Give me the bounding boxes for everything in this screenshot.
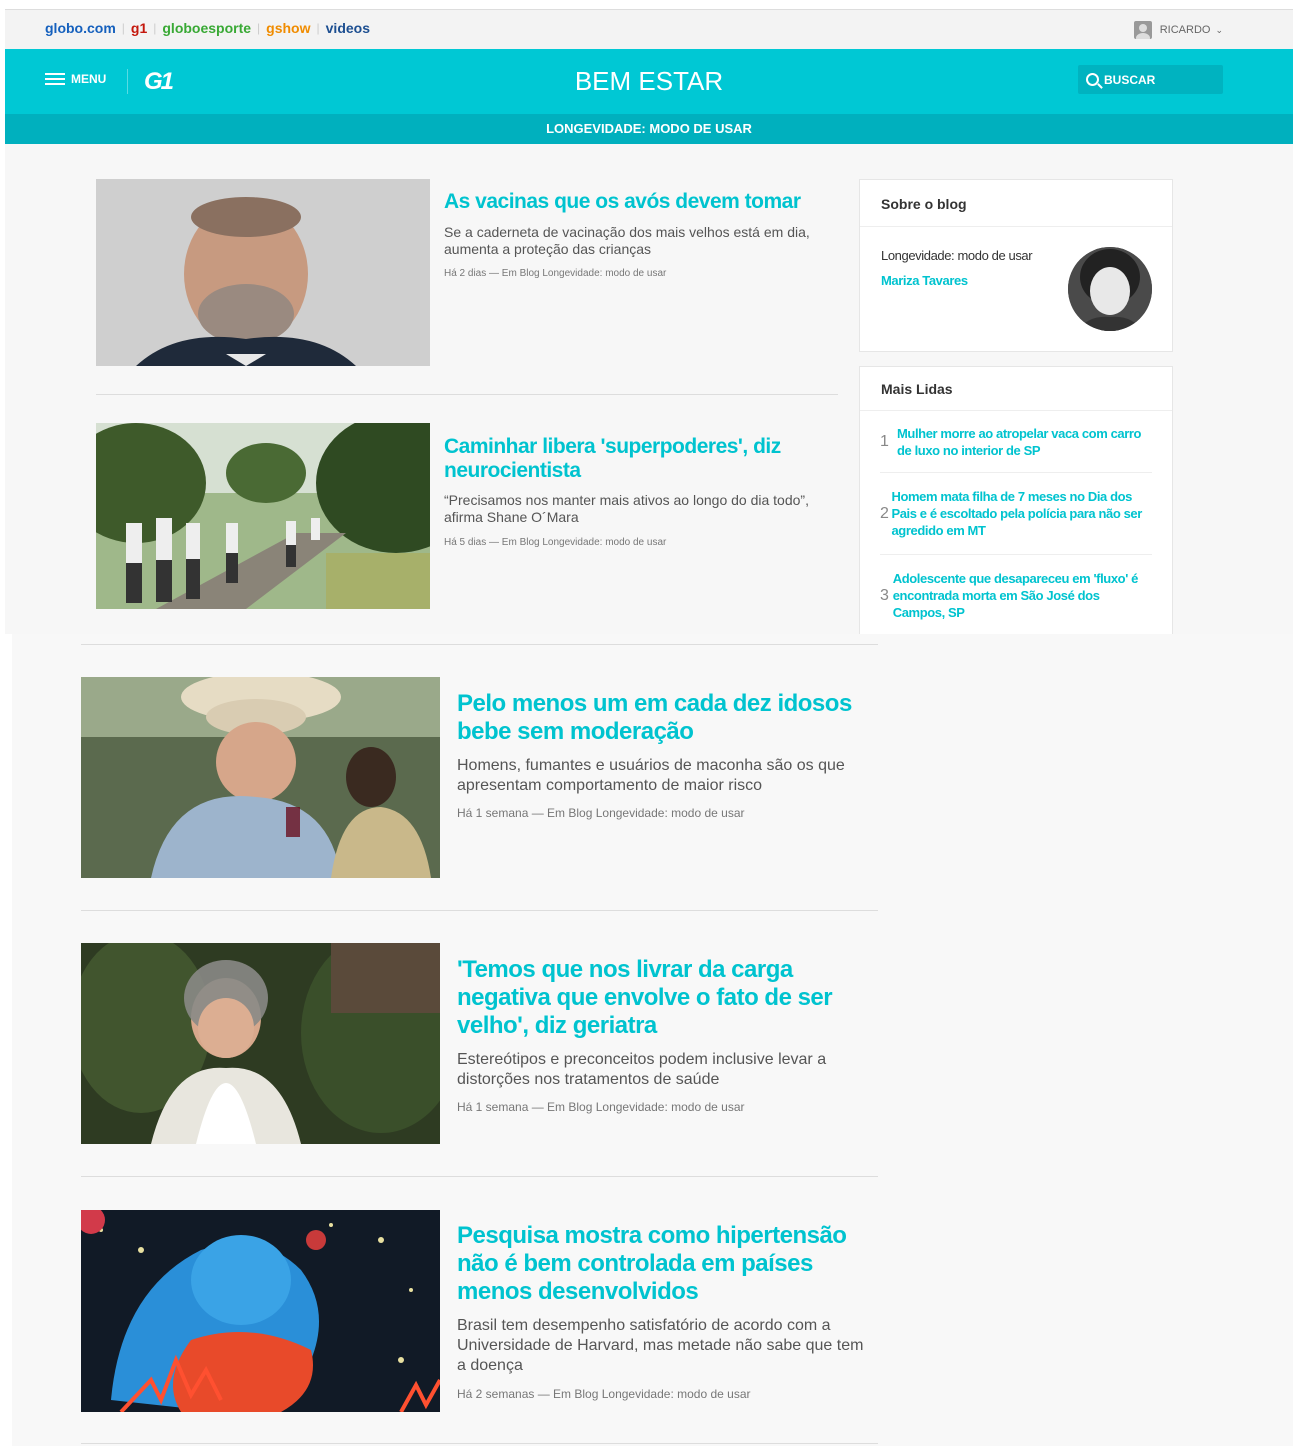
search-label: BUSCAR (1104, 72, 1156, 87)
divider (81, 644, 878, 645)
article-title[interactable]: As vacinas que os avós devem tomar (444, 190, 834, 214)
most-read-rank: 2 (880, 504, 889, 522)
article-meta: Há 5 dias — Em Blog Longevidade: modo de… (444, 537, 667, 548)
article-title[interactable]: Caminhar libera 'superpoderes', diz neur… (444, 435, 814, 483)
separator: | (153, 21, 157, 35)
most-read-title[interactable]: Homem mata filha de 7 meses no Dia dos P… (891, 488, 1152, 539)
most-read-title[interactable]: Adolescente que desapareceu em 'fluxo' é… (893, 570, 1152, 621)
most-read-rank: 1 (880, 433, 889, 450)
blog-name: Longevidade: modo de usar (881, 248, 1033, 263)
search-button[interactable]: BUSCAR (1078, 65, 1223, 94)
article-title[interactable]: Pesquisa mostra como hipertensão não é b… (457, 1222, 857, 1306)
most-read-box: Mais Lidas 1 Mulher morre ao atropelar v… (859, 366, 1173, 634)
globo-top-bar: globo.com | g1 | globoesporte | gshow | … (5, 9, 1293, 49)
chevron-down-icon: ⌄ (1215, 24, 1223, 35)
article-description: Homens, fumantes e usuários de maconha s… (457, 757, 845, 794)
link-globo-com[interactable]: globo.com (45, 20, 116, 36)
most-read-heading: Mais Lidas (860, 367, 1172, 411)
link-g1[interactable]: g1 (131, 20, 147, 36)
most-read-rank: 3 (880, 586, 889, 604)
link-videos[interactable]: videos (326, 20, 370, 36)
search-icon (1086, 73, 1099, 86)
user-avatar-icon (1133, 21, 1152, 39)
site-header: MENU G1 BEM ESTAR BUSCAR (5, 49, 1293, 114)
about-blog-box: Sobre o blog Longevidade: modo de usar M… (859, 179, 1173, 352)
most-read-title[interactable]: Mulher morre ao atropelar vaca com carro… (897, 425, 1152, 459)
divider (81, 1176, 878, 1177)
article-title[interactable]: 'Temos que nos livrar da carga negativa … (457, 956, 857, 1040)
separator: | (257, 21, 261, 35)
article-thumbnail[interactable] (81, 677, 440, 878)
article-description: Brasil tem desempenho satisfatório de ac… (457, 1317, 864, 1374)
most-read-item[interactable]: 2 Homem mata filha de 7 meses no Dia dos… (880, 488, 1152, 539)
separator: | (121, 21, 125, 35)
link-globoesporte[interactable]: globoesporte (162, 20, 251, 36)
globo-network-links: globo.com | g1 | globoesporte | gshow | … (45, 20, 370, 36)
about-blog-heading: Sobre o blog (860, 180, 1172, 227)
article-meta: Há 1 semana — Em Blog Longevidade: modo … (457, 806, 745, 820)
article-thumbnail[interactable] (96, 179, 430, 366)
most-read-item[interactable]: 1 Mulher morre ao atropelar vaca com car… (880, 425, 1152, 459)
divider (880, 472, 1152, 473)
link-gshow[interactable]: gshow (266, 20, 310, 36)
most-read-item[interactable]: 3 Adolescente que desapareceu em 'fluxo'… (880, 570, 1152, 621)
article-description: Se a caderneta de vacinação dos mais vel… (444, 224, 810, 257)
user-name: RICARDO (1159, 24, 1211, 36)
divider (81, 910, 878, 911)
divider (880, 554, 1152, 555)
article-meta: Há 2 semanas — Em Blog Longevidade: modo… (457, 1387, 751, 1401)
user-menu[interactable]: RICARDO ⌄ (1133, 21, 1223, 39)
article-title[interactable]: Pelo menos um em cada dez idosos bebe se… (457, 690, 857, 746)
divider (81, 1443, 878, 1444)
article-meta: Há 1 semana — Em Blog Longevidade: modo … (457, 1100, 745, 1114)
article-description: Estereótipos e preconceitos podem inclus… (457, 1051, 827, 1088)
article-description: “Precisamos nos manter mais ativos ao lo… (444, 492, 809, 525)
divider (96, 394, 838, 395)
article-thumbnail[interactable] (96, 423, 430, 609)
article-thumbnail[interactable] (81, 1210, 440, 1412)
article-meta: Há 2 dias — Em Blog Longevidade: modo de… (444, 268, 667, 279)
article-thumbnail[interactable] (81, 943, 440, 1144)
blog-subtitle-bar[interactable]: LONGEVIDADE: MODO DE USAR (5, 114, 1293, 144)
author-link[interactable]: Mariza Tavares (881, 273, 968, 288)
separator: | (316, 21, 320, 35)
author-avatar[interactable] (1068, 247, 1152, 331)
